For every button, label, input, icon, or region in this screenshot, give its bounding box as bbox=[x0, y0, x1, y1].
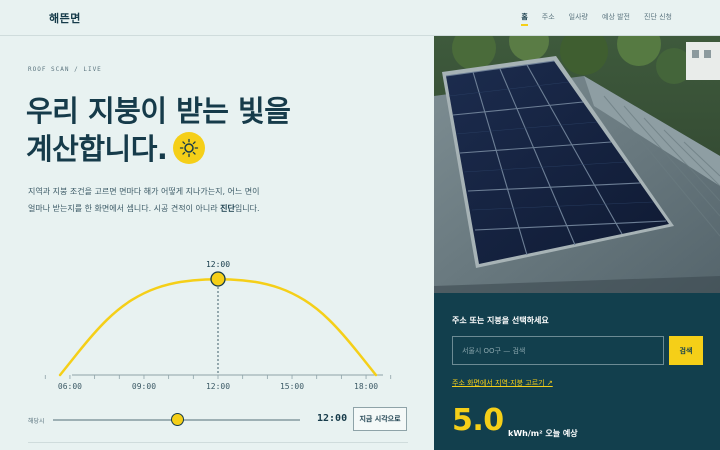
page-title: 우리 지붕이 받는 빛을 계산합니다. bbox=[26, 92, 416, 168]
search-button[interactable]: 검색 bbox=[669, 336, 703, 365]
nav-address[interactable]: 주소 bbox=[542, 12, 555, 22]
forecast-unit: kWh/m² 오늘 예상 bbox=[508, 429, 578, 438]
solar-roof-photo bbox=[434, 36, 720, 293]
desc-emphasis: 진단 bbox=[220, 204, 235, 213]
x-tick-label: 06:00 bbox=[58, 382, 82, 391]
x-tick-label: 18:00 bbox=[354, 382, 378, 391]
x-tick-label: 15:00 bbox=[280, 382, 304, 391]
main-nav: 홈 주소 일사량 예상 발전 진단 신청 bbox=[521, 12, 672, 26]
forecast-value: 5.0 bbox=[452, 403, 504, 438]
sun-path-chart: 12:00 06:00 09:00 12:00 15:00 18:00 bbox=[44, 260, 392, 391]
headline-line1: 우리 지붕이 받는 빛을 bbox=[26, 94, 291, 128]
desc-line1: 지역과 지붕 조건을 고르면 면마다 해가 어떻게 지나가는지, 어느 면이 bbox=[28, 187, 260, 196]
hero-description: 지역과 지붕 조건을 고르면 면마다 해가 어떻게 지나가는지, 어느 면이 얼… bbox=[28, 183, 328, 217]
map-select-link[interactable]: 주소 화면에서 지역·지붕 고르기 ↗ bbox=[452, 378, 553, 388]
desc-line2: 얼마나 받는지를 한 화면에서 셉니다. 시공 견적이 아니라 bbox=[28, 204, 221, 213]
right-column: 주소 또는 지붕을 선택하세요 검색 주소 화면에서 지역·지붕 고르기 ↗ 5… bbox=[434, 36, 720, 450]
hero-section: ROOF SCAN / LIVE 우리 지붕이 받는 빛을 계산합니다. 지역과… bbox=[0, 36, 434, 450]
top-navbar: 해뜬면 홈 주소 일사량 예상 발전 진단 신청 bbox=[0, 0, 720, 36]
sun-position-marker bbox=[210, 271, 226, 287]
search-panel: 주소 또는 지붕을 선택하세요 검색 주소 화면에서 지역·지붕 고르기 ↗ 5… bbox=[434, 293, 720, 450]
nav-forecast[interactable]: 예상 발전 bbox=[602, 12, 630, 22]
x-tick-label: 09:00 bbox=[132, 382, 156, 391]
panel-title: 주소 또는 지붕을 선택하세요 bbox=[452, 316, 549, 325]
slider-time-value: 12:00 bbox=[317, 413, 348, 424]
time-slider-handle[interactable] bbox=[170, 413, 184, 426]
address-search-input[interactable] bbox=[452, 336, 664, 365]
logo[interactable]: 해뜬면 bbox=[49, 10, 81, 26]
slider-label: 해당시 bbox=[28, 418, 45, 425]
desc-line2-suffix: 입니다. bbox=[234, 204, 260, 213]
divider bbox=[28, 442, 408, 443]
eyebrow-label: ROOF SCAN / LIVE bbox=[28, 66, 102, 73]
nav-home[interactable]: 홈 bbox=[521, 12, 529, 26]
headline-line2: 계산합니다. bbox=[26, 132, 168, 166]
x-tick-label: 12:00 bbox=[206, 382, 230, 391]
peak-time-label: 12:00 bbox=[206, 260, 230, 269]
now-button[interactable]: 지금 시각으로 bbox=[353, 407, 407, 431]
nav-irradiance[interactable]: 일사량 bbox=[569, 12, 588, 22]
sun-icon bbox=[173, 132, 206, 164]
time-slider-row: 해당시 12:00 지금 시각으로 bbox=[0, 406, 434, 436]
nav-diagnosis[interactable]: 진단 신청 bbox=[644, 12, 672, 22]
